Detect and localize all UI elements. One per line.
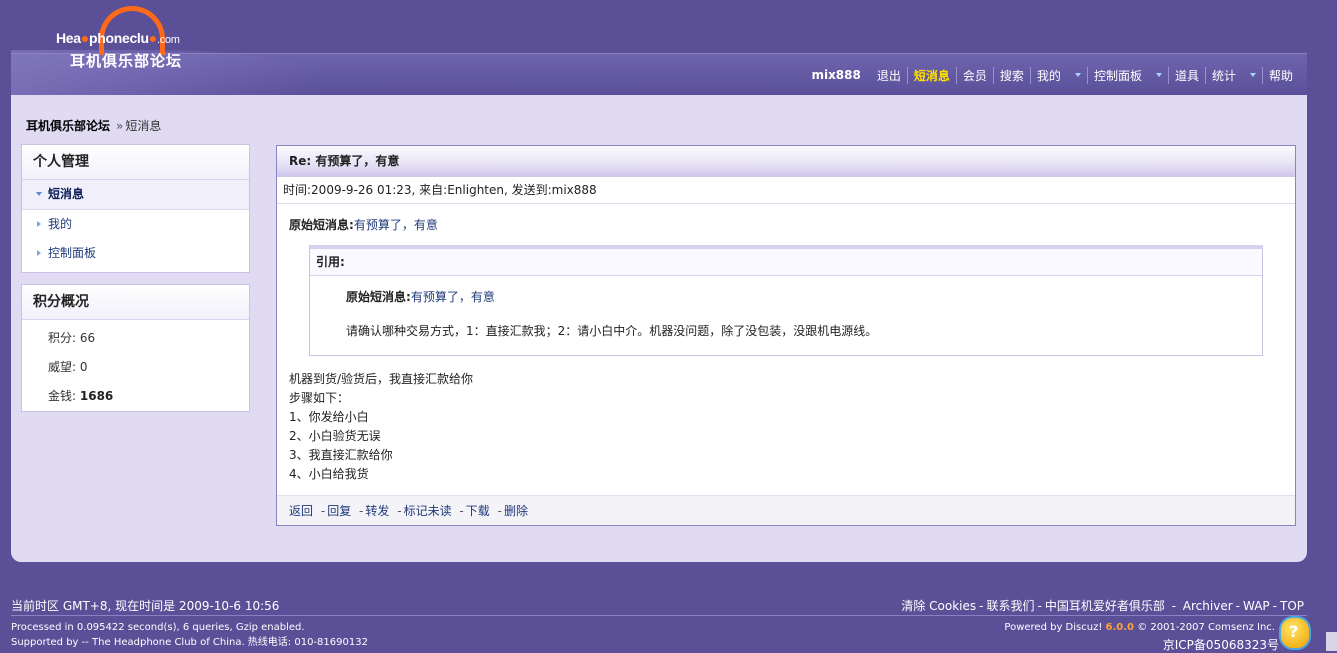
credit-row-money: 金钱: 1686 xyxy=(48,389,114,403)
message-actions: 返回 - 回复 - 转发 - 标记未读 - 下载 - 删除 xyxy=(277,495,1295,525)
sidebar-item-messages[interactable]: 短消息 xyxy=(22,180,249,210)
footer: 当前时区 GMT+8, 现在时间是 2009-10-6 10:56 清除 Coo… xyxy=(0,590,1337,652)
footer-link-archiver[interactable]: Archiver xyxy=(1183,599,1233,613)
footer-links: 清除 Cookies - 联系我们 - 中国耳机爱好者俱乐部 - Archiver - WA… xyxy=(901,599,1304,613)
footer-supported: Supported by -- The Headphone Club of Ch… xyxy=(11,637,368,648)
footer-timezone: 当前时区 GMT+8, 现在时间是 2009-10-6 10:56 xyxy=(11,599,280,613)
personal-menu-title: 个人管理 xyxy=(22,145,249,180)
nav-search[interactable]: 搜索 xyxy=(992,66,1030,84)
quote-content: 原始短消息:有预算了，有意 请确认哪种交易方式，1：直接汇款我；2：请小白中介。… xyxy=(310,276,1262,355)
quote-original-link[interactable]: 有预算了，有意 xyxy=(411,290,495,304)
nav-tools[interactable]: 道具 xyxy=(1167,66,1205,84)
original-message-link[interactable]: 有预算了，有意 xyxy=(354,218,438,232)
credits-title: 积分概况 xyxy=(22,285,249,320)
quote-original-line: 原始短消息:有预算了，有意 xyxy=(346,290,495,304)
nav-members[interactable]: 会员 xyxy=(955,66,993,84)
header: Hea●phoneclu●.com 耳机俱乐部论坛 mix888 退出 短消息 … xyxy=(0,0,1337,96)
footer-processed: Processed in 0.095422 second(s), 6 queri… xyxy=(11,622,305,633)
message-body: 原始短消息:有预算了，有意 引用: 原始短消息:有预算了，有意 请确认哪种交易方… xyxy=(277,204,1295,484)
footer-link-club[interactable]: 中国耳机爱好者俱乐部 xyxy=(1045,599,1165,613)
message-title: Re: 有预算了，有意 xyxy=(277,146,1295,177)
action-reply[interactable]: 回复 xyxy=(327,504,351,518)
footer-link-top[interactable]: TOP xyxy=(1280,599,1304,613)
footer-powered-by: Powered by Discuz! 6.0.0 © 2001-2007 Com… xyxy=(1004,622,1275,633)
username-link[interactable]: mix888 xyxy=(811,68,860,82)
reply-line: 步骤如下： xyxy=(289,391,350,405)
content-wrap: 耳机俱乐部论坛» 短消息 个人管理 短消息 我的 控制面板 积分概况 积分: 66… xyxy=(11,95,1307,562)
footer-icp: 京ICP备05068323号 xyxy=(1162,638,1279,652)
nav-logout[interactable]: 退出 xyxy=(871,67,907,84)
action-forward[interactable]: 转发 xyxy=(365,504,389,518)
site-logo[interactable]: Hea●phoneclu●.com 耳机俱乐部论坛 xyxy=(52,4,217,72)
message-panel: Re: 有预算了，有意 时间:2009-9-26 01:23, 来自:Enlig… xyxy=(276,145,1296,526)
breadcrumb: 耳机俱乐部论坛» 短消息 xyxy=(26,119,162,133)
logo-wordmark: Hea●phoneclu●.com xyxy=(56,30,180,46)
message-meta: 时间:2009-9-26 01:23, 来自:Enlighten, 发送到:mi… xyxy=(277,177,1295,204)
nav-my[interactable]: 我的 xyxy=(1029,66,1087,84)
credit-row-points: 积分: 66 xyxy=(48,331,96,345)
sidebar-item-control-panel[interactable]: 控制面板 xyxy=(22,239,249,268)
footer-divider xyxy=(11,615,1307,616)
reply-line: 2、小白验货无误 xyxy=(289,429,381,443)
quote-block: 引用: 原始短消息:有预算了，有意 请确认哪种交易方式，1：直接汇款我；2：请小… xyxy=(309,245,1263,356)
nav-messages[interactable]: 短消息 xyxy=(906,66,956,84)
reply-text: 机器到货/验货后，我直接汇款给你 步骤如下： 1、你发给小白 2、小白验货无误 … xyxy=(289,370,1283,484)
nav-control-panel[interactable]: 控制面板 xyxy=(1086,66,1168,84)
chevron-right-icon xyxy=(37,250,41,256)
quote-text: 请确认哪种交易方式，1：直接汇款我；2：请小白中介。机器没问题，除了没包装，没跟… xyxy=(346,324,878,338)
action-mark-unread[interactable]: 标记未读 xyxy=(404,504,452,518)
dropdown-arrow-icon xyxy=(1074,73,1081,77)
breadcrumb-home[interactable]: 耳机俱乐部论坛 xyxy=(26,119,110,133)
nav-stats[interactable]: 统计 xyxy=(1204,66,1262,84)
footer-stats: Processed in 0.095422 second(s), 6 queri… xyxy=(11,620,368,650)
footer-link-clear-cookies[interactable]: 清除 Cookies xyxy=(901,599,976,613)
breadcrumb-current: 短消息 xyxy=(125,119,162,133)
action-delete[interactable]: 删除 xyxy=(504,504,528,518)
reply-line: 4、小白给我货 xyxy=(289,467,369,481)
nav-help[interactable]: 帮助 xyxy=(1261,66,1299,84)
chevron-right-icon xyxy=(37,221,41,227)
sidebar-item-my[interactable]: 我的 xyxy=(22,210,249,239)
top-nav: mix888 退出 短消息 会员 搜索 我的 控制面板 道具 统计 帮助 xyxy=(811,66,1299,84)
dropdown-arrow-icon xyxy=(1249,73,1256,77)
original-message-line: 原始短消息:有预算了，有意 xyxy=(289,218,438,232)
reply-line: 1、你发给小白 xyxy=(289,410,369,424)
help-bubble-icon[interactable]: ? xyxy=(1279,616,1311,650)
quote-title: 引用: xyxy=(310,249,1262,276)
personal-menu-box: 个人管理 短消息 我的 控制面板 xyxy=(21,144,250,273)
credits-box: 积分概况 积分: 66 威望: 0 金钱: 1686 xyxy=(21,284,250,412)
reply-line: 3、我直接汇款给你 xyxy=(289,448,393,462)
action-download[interactable]: 下载 xyxy=(466,504,490,518)
reply-line: 机器到货/验货后，我直接汇款给你 xyxy=(289,372,474,386)
chevron-down-icon xyxy=(36,192,42,196)
footer-link-contact[interactable]: 联系我们 xyxy=(986,599,1034,613)
footer-link-wap[interactable]: WAP xyxy=(1243,599,1270,613)
scrollbar[interactable] xyxy=(1326,632,1337,651)
dropdown-arrow-icon xyxy=(1155,73,1162,77)
action-back[interactable]: 返回 xyxy=(289,504,313,518)
credit-row-prestige: 威望: 0 xyxy=(48,360,88,374)
logo-subtitle: 耳机俱乐部论坛 xyxy=(70,52,183,70)
